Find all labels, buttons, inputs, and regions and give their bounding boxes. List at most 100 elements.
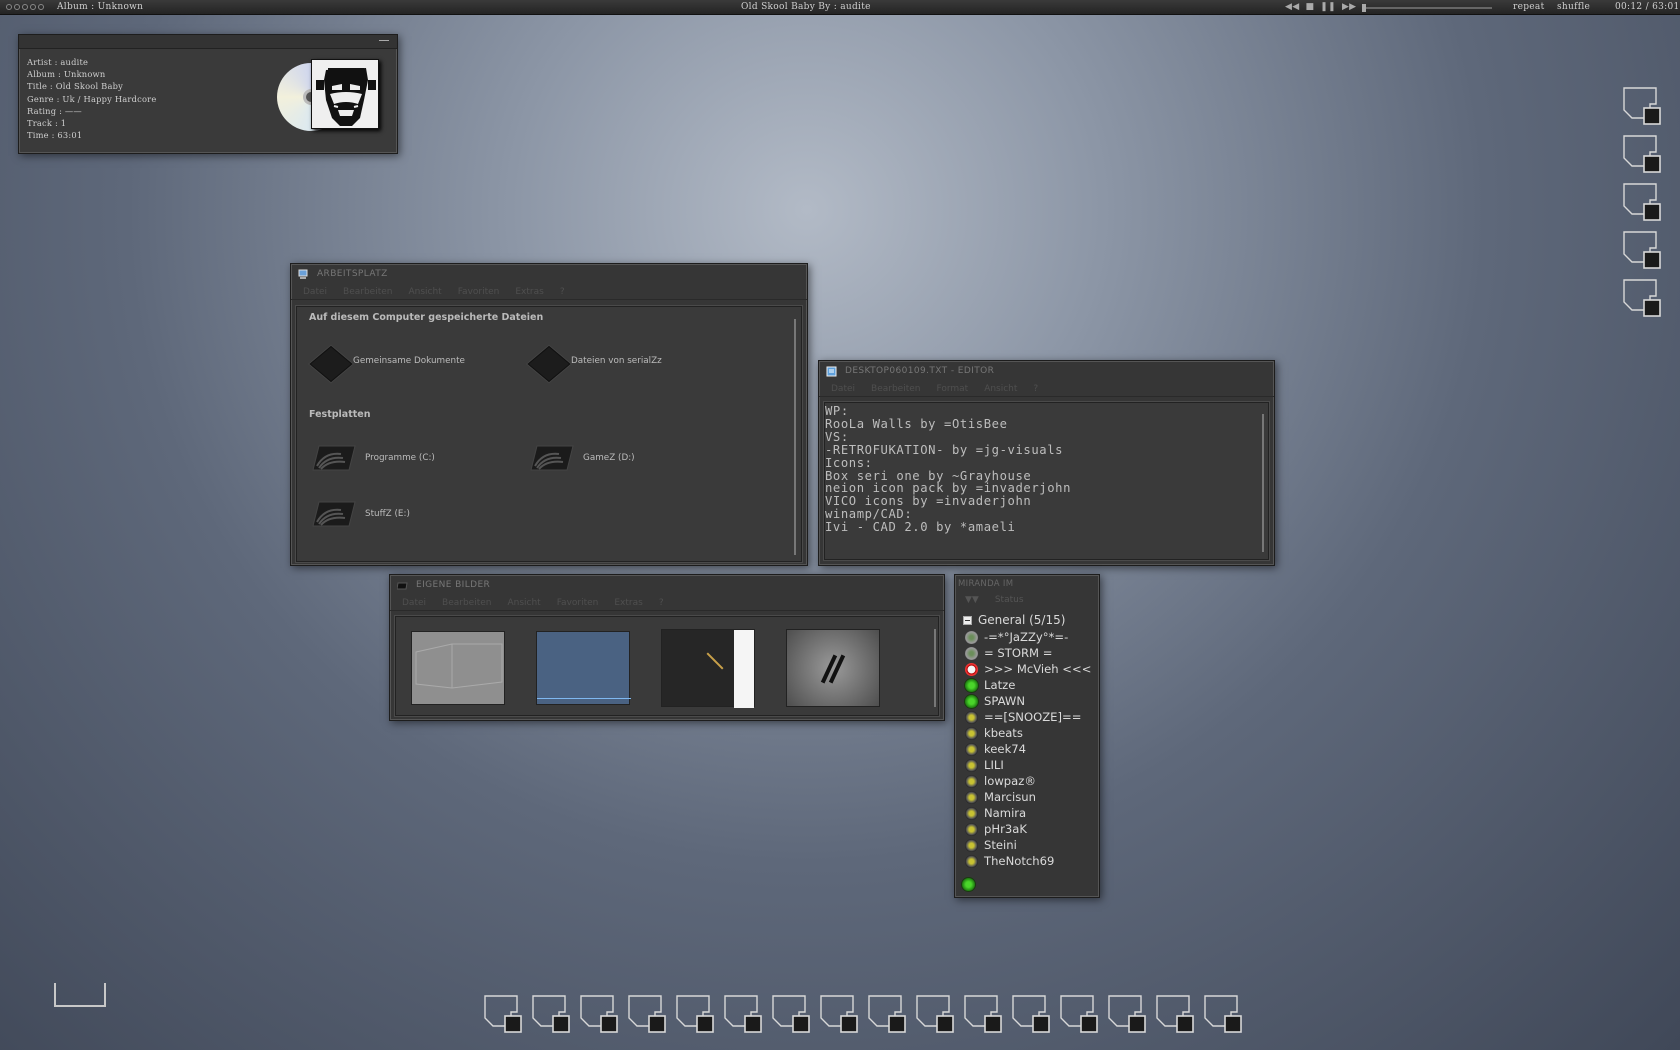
vertical-scrollbar[interactable] bbox=[1262, 414, 1264, 552]
menu-help[interactable]: ? bbox=[1033, 381, 1038, 396]
online-status-icon[interactable] bbox=[962, 878, 975, 891]
dock-box-icon[interactable] bbox=[1622, 86, 1662, 126]
window-titlebar[interactable]: ARBEITSPLATZ bbox=[291, 264, 807, 284]
contact-row[interactable]: >>> McVieh <<< bbox=[965, 661, 1091, 677]
menu-bearbeiten[interactable]: Bearbeiten bbox=[442, 595, 491, 610]
contact-row[interactable]: keek74 bbox=[965, 741, 1091, 757]
contact-name: ==[SNOOZE]== bbox=[984, 710, 1082, 724]
dock-box-icon[interactable] bbox=[675, 994, 715, 1034]
track-info: Artist : audite Album : Unknown Title : … bbox=[27, 56, 156, 141]
menu-datei[interactable]: Datei bbox=[402, 595, 426, 610]
collapse-icon[interactable] bbox=[963, 615, 972, 625]
contact-row[interactable]: kbeats bbox=[965, 725, 1091, 741]
menu-ansicht[interactable]: Ansicht bbox=[984, 381, 1017, 396]
drive-d[interactable]: GameZ (D:) bbox=[529, 444, 635, 472]
menu-extras[interactable]: Extras bbox=[614, 595, 642, 610]
menu-bearbeiten[interactable]: Bearbeiten bbox=[871, 381, 920, 396]
dock-box-icon[interactable] bbox=[819, 994, 859, 1034]
editor-text[interactable]: WP: RooLa Walls by =OtisBee VS: -RETROFU… bbox=[825, 405, 1071, 534]
shuffle-button[interactable]: shuffle bbox=[1557, 2, 1590, 12]
drive-c[interactable]: Programme (C:) bbox=[311, 444, 435, 472]
menu-help[interactable]: ? bbox=[560, 284, 565, 299]
previous-icon[interactable]: ◀◀ bbox=[1285, 2, 1299, 12]
dock-box-icon[interactable] bbox=[1622, 278, 1662, 318]
contact-row[interactable]: SPAWN bbox=[965, 693, 1091, 709]
contact-row[interactable]: TheNotch69 bbox=[965, 853, 1091, 869]
menu-format[interactable]: Format bbox=[936, 381, 968, 396]
artist-line: Artist : audite bbox=[27, 57, 89, 67]
thumbnail-3[interactable] bbox=[661, 629, 755, 708]
shared-documents[interactable]: Gemeinsame Dokumente bbox=[309, 344, 465, 383]
next-icon[interactable]: ▶▶ bbox=[1342, 2, 1356, 12]
menu-datei[interactable]: Datei bbox=[303, 284, 327, 299]
dock-box-icon[interactable] bbox=[867, 994, 907, 1034]
menu-datei[interactable]: Datei bbox=[831, 381, 855, 396]
dock-box-icon[interactable] bbox=[1622, 182, 1662, 222]
dock-box-icon[interactable] bbox=[1011, 994, 1051, 1034]
menu-favoriten[interactable]: Favoriten bbox=[458, 284, 500, 299]
status-icon bbox=[965, 678, 978, 692]
menu-extras[interactable]: Extras bbox=[515, 284, 543, 299]
dock-box-icon[interactable] bbox=[579, 994, 619, 1034]
menu-favoriten[interactable]: Favoriten bbox=[557, 595, 599, 610]
status-icon bbox=[965, 822, 978, 836]
dock-box-icon[interactable] bbox=[1203, 994, 1243, 1034]
thumbnail-2[interactable] bbox=[536, 631, 631, 705]
contact-row[interactable]: Namira bbox=[965, 805, 1091, 821]
contact-name: Steini bbox=[984, 838, 1017, 852]
contact-row[interactable]: Latze bbox=[965, 677, 1091, 693]
window-title: ARBEITSPLATZ bbox=[317, 269, 388, 279]
drive-e[interactable]: StuffZ (E:) bbox=[311, 500, 410, 528]
dock-box-icon[interactable] bbox=[531, 994, 571, 1034]
dock-box-icon[interactable] bbox=[963, 994, 1003, 1034]
thumbnail-1[interactable] bbox=[411, 631, 505, 705]
menu-icon[interactable]: ▼▼ bbox=[965, 595, 979, 605]
minimize-icon[interactable] bbox=[379, 40, 389, 41]
dock-box-icon[interactable] bbox=[723, 994, 763, 1034]
dock-box-icon[interactable] bbox=[1155, 994, 1195, 1034]
dock-box-icon[interactable] bbox=[1107, 994, 1147, 1034]
contact-row[interactable]: ==[SNOOZE]== bbox=[965, 709, 1091, 725]
menu-ansicht[interactable]: Ansicht bbox=[408, 284, 441, 299]
dock-box-icon[interactable] bbox=[915, 994, 955, 1034]
dock-box-icon[interactable] bbox=[771, 994, 811, 1034]
seek-knob[interactable] bbox=[1362, 4, 1367, 12]
menu-bearbeiten[interactable]: Bearbeiten bbox=[343, 284, 392, 299]
group-general[interactable]: General (5/15) bbox=[963, 613, 1065, 627]
section-stored-files: Auf diesem Computer gespeicherte Dateien bbox=[309, 312, 544, 323]
status-icon bbox=[965, 774, 978, 788]
window-titlebar[interactable]: DESKTOP060109.TXT - EDITOR bbox=[819, 361, 1274, 381]
dock-box-icon[interactable] bbox=[1059, 994, 1099, 1034]
user-documents[interactable]: Dateien von serialZz bbox=[527, 344, 662, 383]
contact-row[interactable]: Marcisun bbox=[965, 789, 1091, 805]
contact-row[interactable]: Steini bbox=[965, 837, 1091, 853]
folder-icon bbox=[397, 582, 408, 590]
contact-name: Namira bbox=[984, 806, 1027, 820]
contact-row[interactable]: lowpaz® bbox=[965, 773, 1091, 789]
repeat-button[interactable]: repeat bbox=[1513, 2, 1545, 12]
menu-help[interactable]: ? bbox=[659, 595, 664, 610]
title-line: Title : Old Skool Baby bbox=[27, 81, 123, 92]
status-icon bbox=[965, 662, 978, 676]
window-titlebar[interactable]: EIGENE BILDER bbox=[390, 575, 944, 595]
dock-box-icon[interactable] bbox=[483, 994, 523, 1034]
vertical-scrollbar[interactable] bbox=[794, 319, 796, 555]
pause-icon[interactable]: ❚❚ bbox=[1320, 2, 1336, 12]
window-dots[interactable] bbox=[6, 4, 44, 10]
contact-row[interactable]: = STORM = bbox=[965, 645, 1091, 661]
dock-box-icon[interactable] bbox=[1622, 230, 1662, 270]
contact-row[interactable]: -=*°JaZZy°*=- bbox=[965, 629, 1091, 645]
stop-icon[interactable]: ■ bbox=[1305, 2, 1314, 12]
contact-name: pHr3aK bbox=[984, 822, 1027, 836]
dock-box-icon[interactable] bbox=[627, 994, 667, 1034]
menu-ansicht[interactable]: Ansicht bbox=[507, 595, 540, 610]
status-button[interactable]: Status bbox=[995, 595, 1024, 605]
vertical-scrollbar[interactable] bbox=[934, 629, 936, 707]
contact-row[interactable]: pHr3aK bbox=[965, 821, 1091, 837]
contact-row[interactable]: LILI bbox=[965, 757, 1091, 773]
album-cover bbox=[311, 59, 379, 129]
thumbnail-4[interactable] bbox=[786, 629, 880, 707]
computer-icon bbox=[298, 269, 308, 279]
seek-bar[interactable] bbox=[1362, 4, 1492, 12]
dock-box-icon[interactable] bbox=[1622, 134, 1662, 174]
